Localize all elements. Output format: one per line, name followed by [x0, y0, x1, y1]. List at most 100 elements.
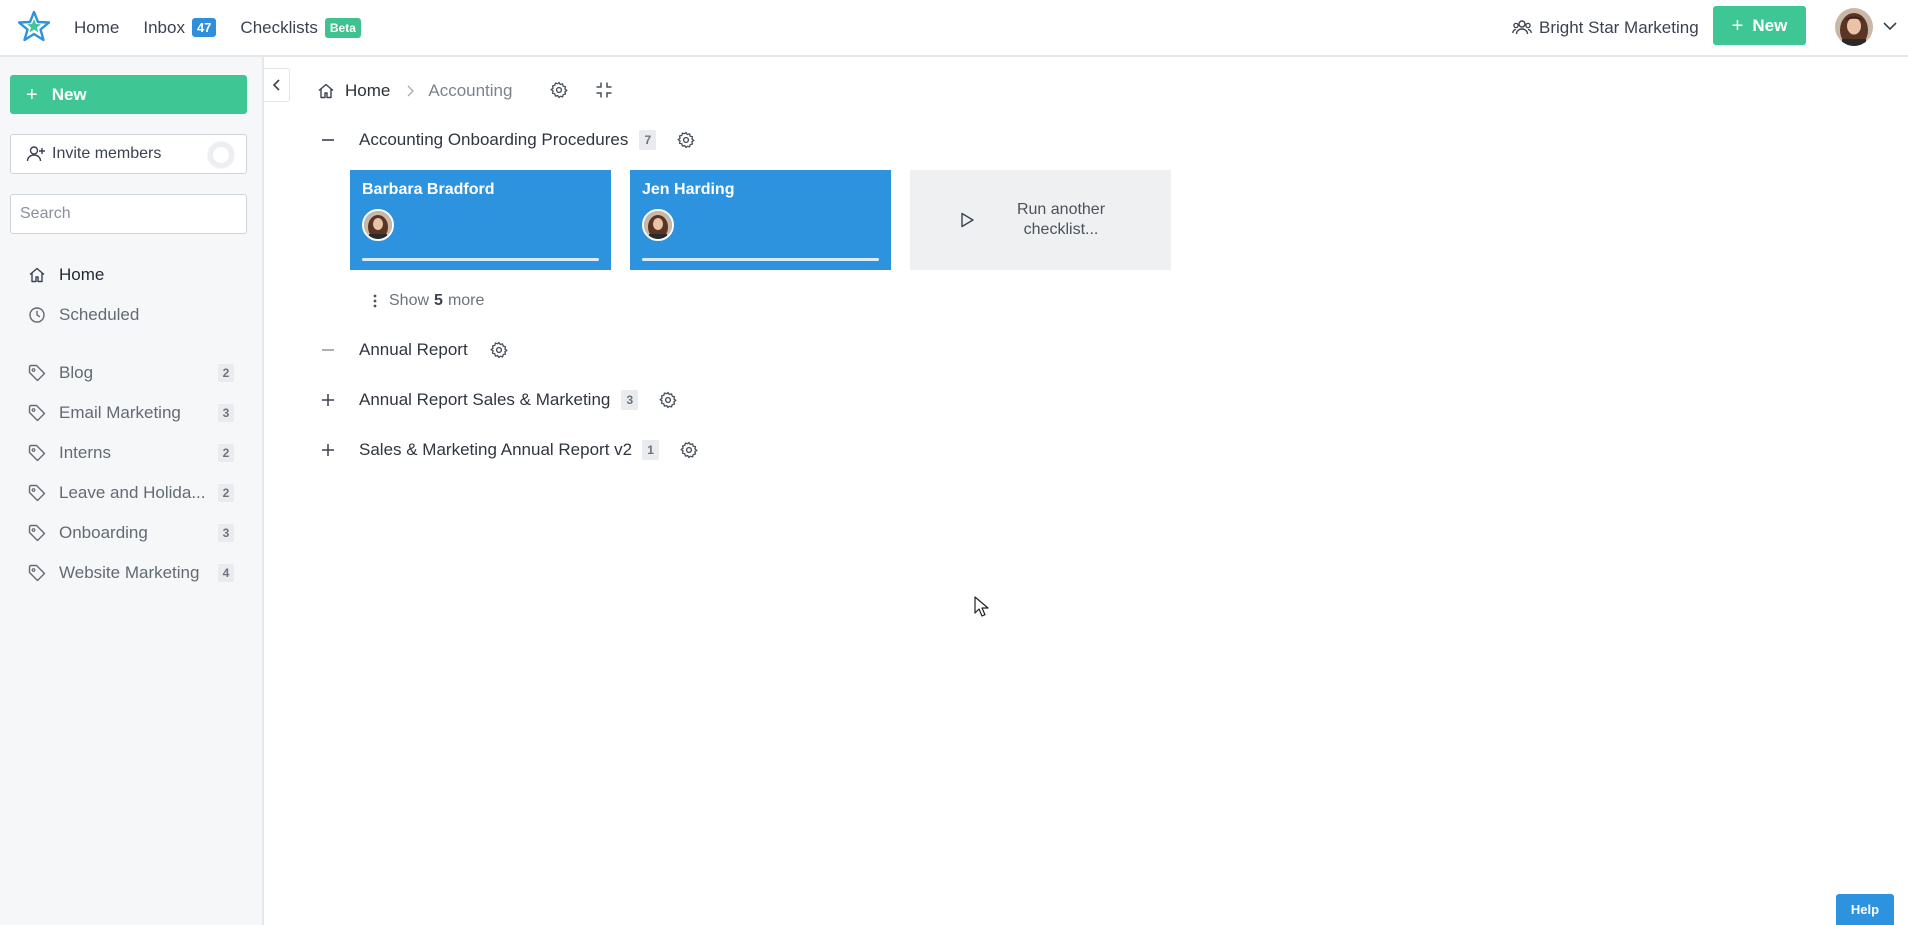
run-assignee-name: Jen Harding — [642, 181, 735, 198]
collapse-minus-icon[interactable] — [320, 342, 336, 358]
expand-plus-icon[interactable] — [320, 442, 336, 458]
breadcrumb-home[interactable]: Home — [345, 81, 390, 101]
checklist-count-badge: 1 — [642, 440, 660, 460]
sidebar-item-scheduled[interactable]: Scheduled — [28, 303, 238, 327]
search-input[interactable] — [10, 194, 247, 234]
gear-icon[interactable] — [659, 391, 677, 409]
tag-count-badge: 3 — [218, 404, 234, 422]
tag-count-badge: 2 — [218, 444, 234, 462]
sidebar-tag-onboarding[interactable]: Onboarding 3 — [28, 521, 238, 545]
logo-star-icon[interactable] — [18, 10, 50, 42]
home-icon[interactable] — [317, 82, 335, 100]
top-nav: Home Inbox 47 Checklists Beta — [74, 0, 361, 55]
tag-count-badge: 2 — [218, 484, 234, 502]
sidebar-tag-leave-and-holidays[interactable]: Leave and Holida... 2 — [28, 481, 238, 505]
checklist-group-row: Annual Report — [320, 338, 508, 362]
new-button-sidebar[interactable]: + New — [10, 75, 247, 114]
plus-icon: + — [26, 83, 38, 106]
tag-count-badge: 2 — [218, 364, 234, 382]
sidebar-tag-label: Interns — [59, 443, 111, 462]
user-avatar[interactable] — [1835, 8, 1873, 46]
invite-members-button[interactable]: Invite members — [10, 134, 247, 174]
loading-spinner — [208, 142, 234, 168]
chevron-down-icon[interactable] — [1881, 17, 1899, 35]
tag-icon — [28, 444, 46, 462]
avatar — [362, 209, 394, 241]
checklist-run-card[interactable]: Barbara Bradford — [350, 170, 611, 270]
show-more-prefix: Show — [389, 292, 430, 309]
show-more-count: 5 — [434, 292, 443, 309]
nav-inbox-link[interactable]: Inbox 47 — [143, 17, 217, 38]
run-another-checklist-card[interactable]: Run another checklist... — [910, 170, 1171, 270]
breadcrumb: Home Accounting — [317, 79, 512, 103]
gear-icon[interactable] — [677, 131, 695, 149]
sidebar-item-home[interactable]: Home — [28, 263, 238, 287]
gear-icon[interactable] — [490, 341, 508, 359]
sidebar-item-label: Home — [59, 265, 105, 284]
checklist-group-name[interactable]: Sales & Marketing Annual Report v2 — [359, 440, 632, 460]
chevron-left-icon — [272, 79, 280, 91]
tag-icon — [28, 404, 46, 422]
help-button[interactable]: Help — [1836, 894, 1894, 925]
show-more-suffix: more — [447, 292, 485, 309]
sidebar-tag-interns[interactable]: Interns 2 — [28, 441, 238, 465]
tag-icon — [28, 524, 46, 542]
avatar — [642, 209, 674, 241]
sidebar-tag-label: Onboarding — [59, 523, 148, 542]
invite-members-label: Invite members — [52, 145, 162, 162]
run-progress-bar — [642, 258, 879, 261]
nav-home-link[interactable]: Home — [74, 18, 119, 38]
breadcrumb-current: Accounting — [428, 81, 513, 100]
collapse-sidebar-button[interactable] — [264, 68, 290, 102]
play-icon — [961, 212, 974, 228]
tag-icon — [28, 364, 46, 382]
sidebar-tag-label: Leave and Holida... — [59, 483, 206, 502]
tag-icon — [28, 484, 46, 502]
organization-name: Bright Star Marketing — [1539, 17, 1699, 37]
organization-switcher[interactable]: Bright Star Marketing — [1512, 0, 1699, 55]
checklist-count-badge: 7 — [639, 130, 657, 150]
home-icon — [29, 267, 45, 283]
nav-checklists-label: Checklists — [240, 17, 318, 37]
new-button-label: New — [51, 84, 87, 104]
run-assignee-name: Barbara Bradford — [362, 181, 495, 198]
expand-plus-icon[interactable] — [320, 392, 336, 408]
plus-icon: + — [1731, 14, 1744, 37]
run-progress-bar — [362, 258, 599, 261]
new-button-top[interactable]: + New — [1713, 6, 1806, 45]
checklist-group-name[interactable]: Annual Report Sales & Marketing — [359, 390, 610, 410]
add-user-icon — [26, 146, 45, 162]
checklist-group-row: Annual Report Sales & Marketing 3 — [320, 388, 677, 412]
mouse-cursor-icon — [974, 596, 989, 617]
gear-icon[interactable] — [680, 441, 698, 459]
checklist-run-card[interactable]: Jen Harding — [630, 170, 891, 270]
tag-count-badge: 4 — [218, 564, 234, 582]
run-another-label: Run another checklist... — [1016, 201, 1106, 238]
tag-icon — [28, 564, 46, 582]
checklist-group-name[interactable]: Annual Report — [359, 340, 468, 360]
clock-icon — [29, 307, 45, 323]
sidebar-tag-label: Blog — [59, 363, 94, 382]
tag-count-badge: 3 — [218, 524, 234, 542]
sidebar-tag-label: Email Marketing — [59, 403, 181, 422]
checklist-group-row: Accounting Onboarding Procedures 7 — [320, 128, 695, 152]
show-more-button[interactable]: Show 5 more — [370, 289, 484, 313]
sidebar-item-label: Scheduled — [59, 305, 140, 324]
checklist-count-badge: 3 — [621, 390, 639, 410]
sidebar: + New Invite members Home Scheduled Blog… — [0, 57, 264, 925]
top-bar: Home Inbox 47 Checklists Beta Bright Sta… — [0, 0, 1908, 57]
compress-view-icon[interactable] — [595, 81, 613, 99]
inbox-count-badge: 47 — [191, 18, 217, 37]
sidebar-tag-website-marketing[interactable]: Website Marketing 4 — [28, 561, 238, 585]
nav-checklists-link[interactable]: Checklists Beta — [240, 17, 361, 38]
folder-settings-gear-icon[interactable] — [550, 81, 568, 99]
collapse-minus-icon[interactable] — [320, 132, 336, 148]
beta-badge: Beta — [324, 17, 361, 38]
checklist-group-row: Sales & Marketing Annual Report v2 1 — [320, 438, 698, 462]
new-button-label: New — [1752, 15, 1788, 35]
nav-home-label: Home — [74, 17, 120, 37]
checklist-group-name[interactable]: Accounting Onboarding Procedures — [359, 130, 628, 150]
sidebar-tag-email-marketing[interactable]: Email Marketing 3 — [28, 401, 238, 425]
sidebar-tag-blog[interactable]: Blog 2 — [28, 361, 238, 385]
nav-inbox-label: Inbox — [143, 17, 185, 37]
